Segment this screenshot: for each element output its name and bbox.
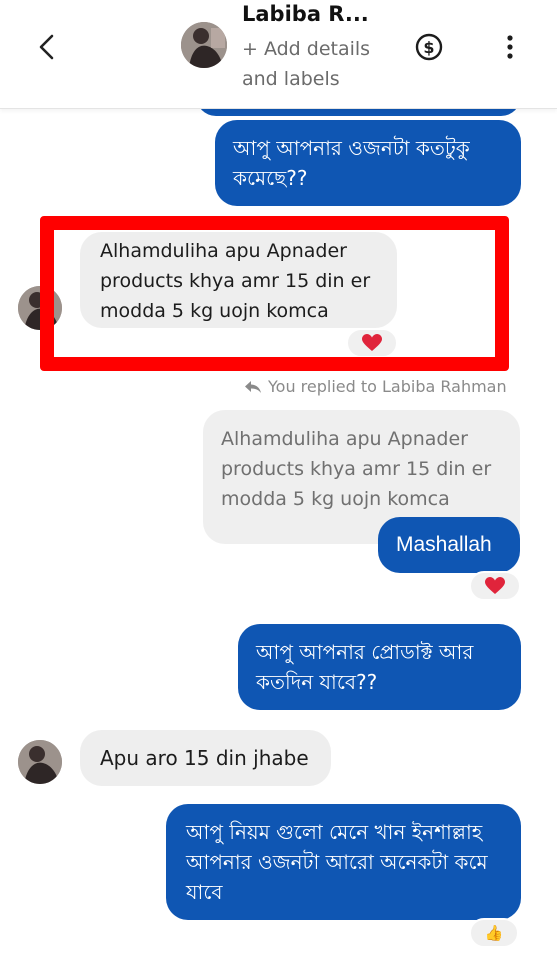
back-button[interactable] [28,28,64,66]
dollar-circle-icon: $ [415,33,443,61]
message-bubble-outgoing[interactable]: আপু আপনার ওজনটা কতটুকু কমেছে?? [215,120,521,206]
chevron-left-icon [39,34,54,60]
contact-name[interactable]: Labiba R... [242,2,369,26]
message-text: Apu aro 15 din jhabe [100,746,309,770]
message-bubble-outgoing[interactable]: Mashallah [378,517,520,573]
message-text: আপু নিয়ম গুলো মেনে খান ইনশাল্লাহ আপনার … [186,820,488,904]
message-text: আপু আপনার ওজনটা কতটুকু কমেছে?? [233,136,470,190]
reply-arrow-icon [245,380,261,393]
message-bubble-outgoing[interactable]: আপু নিয়ম গুলো মেনে খান ইনশাল্লাহ আপনার … [166,804,521,920]
message-bubble-incoming[interactable]: Apu aro 15 din jhabe [80,730,331,786]
sender-avatar[interactable] [18,740,62,784]
heart-icon [485,577,505,594]
quoted-text: Alhamduliha apu Apnader products khya am… [221,428,492,510]
add-details-link[interactable]: + Add details and labels [242,34,392,94]
svg-text:$: $ [423,38,434,57]
reaction-badge[interactable] [469,571,521,601]
payment-button[interactable]: $ [415,33,443,61]
more-options-button[interactable] [498,33,522,61]
contact-avatar[interactable] [181,22,227,68]
more-vertical-icon [507,35,513,59]
reply-label: You replied to Labiba Rahman [244,377,507,396]
reply-label-text: You replied to Labiba Rahman [268,377,507,396]
message-text: আপু আপনার প্রোডাক্ট আর কতদিন যাবে?? [256,640,474,694]
thumbs-up-icon: 👍 [484,924,504,942]
message-bubble-outgoing[interactable]: আপু আপনার প্রোডাক্ট আর কতদিন যাবে?? [238,624,521,710]
message-text: Mashallah [396,533,492,556]
reaction-badge[interactable]: 👍 [469,918,519,948]
highlight-box [40,216,509,371]
chat-header: Labiba R... + Add details and labels $ [0,0,557,109]
